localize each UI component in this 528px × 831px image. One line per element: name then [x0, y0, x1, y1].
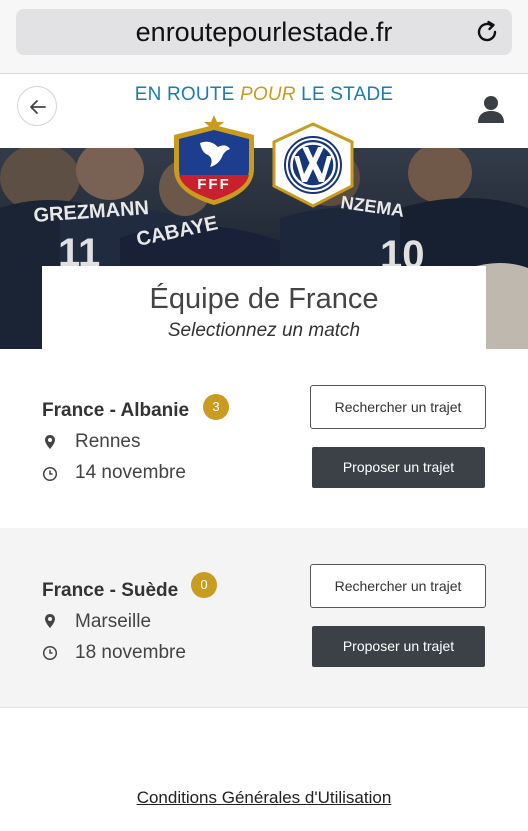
app-header: EN ROUTE POUR LE STADE [0, 75, 528, 149]
clock-icon [42, 466, 58, 482]
match-card: France - Albanie 3 Rennes 14 novembre Re… [0, 349, 528, 529]
cgu-link[interactable]: Conditions Générales d'Utilisation [0, 788, 528, 808]
search-trip-button[interactable]: Rechercher un trajet [310, 564, 486, 608]
match-date: 14 novembre [75, 462, 186, 483]
match-date: 18 novembre [75, 642, 186, 663]
search-trip-button[interactable]: Rechercher un trajet [310, 385, 486, 429]
fff-logo-text: FFF [197, 176, 231, 193]
match-card: France - Suède 0 Marseille 18 novembre R… [0, 528, 528, 708]
page-title-card: Équipe de France Selectionnez un match [42, 266, 486, 350]
user-icon[interactable] [476, 94, 506, 124]
location-pin-icon [45, 614, 55, 628]
propose-trip-button[interactable]: Proposer un trajet [312, 447, 485, 488]
brand-text-pour: POUR [240, 84, 296, 105]
clock-icon [42, 645, 58, 661]
brand-title: EN ROUTE POUR LE STADE [0, 84, 528, 106]
trip-count-badge: 0 [191, 572, 217, 598]
match-name: France - Suède [42, 580, 179, 601]
brand-text-2: LE STADE [295, 84, 394, 105]
trip-count-badge: 3 [203, 394, 229, 420]
propose-trip-button[interactable]: Proposer un trajet [312, 626, 485, 667]
url-field[interactable]: enroutepourlestade.fr [16, 9, 512, 55]
browser-address-bar: enroutepourlestade.fr [0, 0, 528, 74]
match-city: Rennes [75, 431, 141, 452]
match-name: France - Albanie [42, 400, 190, 421]
reload-icon[interactable] [474, 19, 500, 45]
location-pin-icon [45, 435, 55, 449]
page-title: Équipe de France [149, 283, 379, 315]
page-subtitle: Selectionnez un match [167, 320, 361, 341]
vw-logo [272, 122, 354, 208]
url-text: enroutepourlestade.fr [135, 17, 393, 47]
brand-text-1: EN ROUTE [134, 84, 240, 105]
fff-logo: FFF [174, 115, 254, 205]
match-city: Marseille [75, 611, 152, 632]
